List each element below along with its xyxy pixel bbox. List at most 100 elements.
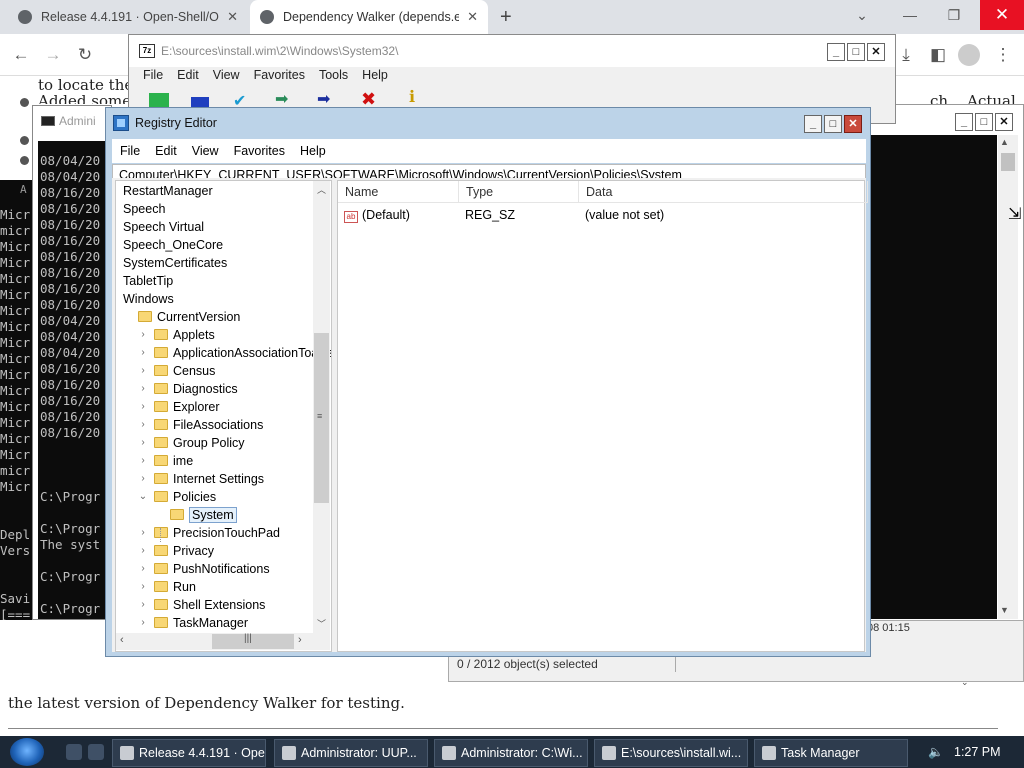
scroll-left-icon[interactable]: ‹ [120,634,124,646]
tree-item[interactable]: Census [154,362,215,380]
close-window-button[interactable]: ✕ [980,0,1024,30]
value-name-cell[interactable]: ab (Default) [344,205,410,225]
tree-item[interactable]: PushNotifications [154,560,270,578]
expand-chevron-icon[interactable]: › [138,347,148,358]
expand-chevron-icon[interactable]: › [138,563,148,574]
tree-item[interactable]: System [170,506,237,524]
scroll-thumb[interactable] [212,634,294,649]
move-icon[interactable]: ➡ [317,92,330,108]
maximize-button[interactable]: □ [847,43,865,61]
tree-vertical-scrollbar[interactable]: ︿ ≡ ﹀ [313,181,330,633]
taskbar-item-task-manager[interactable]: Task Manager [754,739,908,767]
expand-chevron-icon[interactable]: › [138,599,148,610]
console-window[interactable]: Admini 08/04/20 08/04/20 08/16/20 08/16/20 0… [32,105,112,620]
tree-item[interactable]: SystemCertificates [123,254,227,272]
scroll-up-icon[interactable]: ︿ [317,183,326,196]
tree-item[interactable]: Group Policy [154,434,245,452]
reload-icon[interactable]: ↻ [72,42,98,68]
tree-item[interactable]: ime [154,452,193,470]
scroll-down-icon[interactable]: ▼ [1000,605,1009,615]
menu-favorites[interactable]: Favorites [254,68,305,82]
scroll-down-icon[interactable]: ⌄ [961,677,969,688]
expand-chevron-icon[interactable]: › [138,545,148,556]
tree-item[interactable]: Diagnostics [154,380,238,398]
close-tab-icon[interactable]: ✕ [467,9,478,25]
tree-item[interactable]: Run [154,578,196,596]
expand-chevron-icon[interactable]: › [138,437,148,448]
tree-item[interactable]: Speech [123,200,165,218]
taskbar-item-console-uup[interactable]: Administrator: UUP... [274,739,428,767]
tree-item[interactable]: Shell Extensions [154,596,265,614]
menu-file[interactable]: File [120,144,140,158]
explorer-quicklaunch-icon[interactable] [88,744,104,760]
expand-chevron-icon[interactable]: › [138,365,148,376]
tree-item[interactable]: Policies [154,488,216,506]
menu-edit[interactable]: Edit [177,68,199,82]
close-tab-icon[interactable]: ✕ [227,9,238,25]
expand-chevron-icon[interactable]: › [138,581,148,592]
tree-item[interactable]: Windows [123,290,174,308]
tree-item[interactable]: Speech_OneCore [123,236,223,254]
menu-file[interactable]: File [143,68,163,82]
expand-chevron-icon[interactable]: › [138,329,148,340]
expand-chevron-icon[interactable]: › [138,383,148,394]
tab-search-icon[interactable]: ⌄ [848,4,876,26]
expand-chevron-icon[interactable]: › [138,473,148,484]
values-list[interactable]: Name Type Data ab (Default) REG_SZ (value… [337,180,868,652]
extract-icon[interactable] [191,97,209,107]
registry-editor-window[interactable]: Registry Editor _ □ ✕ File Edit View Fav… [105,107,871,657]
chrome-quicklaunch-icon[interactable] [66,744,82,760]
clock[interactable]: 1:27 PM [954,736,1001,768]
tree-item[interactable]: TabletTip [123,272,173,290]
start-button[interactable] [10,738,44,766]
expand-chevron-icon[interactable]: › [138,419,148,430]
menu-favorites[interactable]: Favorites [234,144,285,158]
tree-item[interactable]: PrecisionTouchPad [154,524,280,542]
scroll-down-icon[interactable]: ﹀ [317,617,326,630]
tree-item[interactable]: CurrentVersion [138,308,240,326]
tree-item[interactable]: TaskManager [154,614,248,632]
info-icon[interactable]: ℹ [409,90,415,106]
tree-horizontal-scrollbar[interactable]: ‹ ||| › [116,633,330,650]
tree-item[interactable]: FileAssociations [154,416,263,434]
menu-view[interactable]: View [192,144,219,158]
profile-avatar-icon[interactable] [958,44,980,66]
menu-edit[interactable]: Edit [155,144,177,158]
tree-item[interactable]: Privacy [154,542,214,560]
close-button[interactable]: ✕ [867,43,885,61]
taskbar-item-browser[interactable]: Release 4.4.191 · Ope... [112,739,266,767]
close-button[interactable]: ✕ [844,115,862,133]
tree-item[interactable]: RestartManager [123,182,213,200]
minimize-icon[interactable]: — [896,4,924,26]
expand-chevron-icon[interactable]: › [138,617,148,628]
back-icon[interactable]: ← [8,42,34,68]
download-icon[interactable]: ⤓ [893,42,919,68]
minimize-button[interactable]: _ [827,43,845,61]
maximize-button[interactable]: □ [824,115,842,133]
tree-item[interactable]: Internet Settings [154,470,264,488]
close-button[interactable]: ✕ [995,113,1013,131]
menu-help[interactable]: Help [362,68,388,82]
minimize-button[interactable]: _ [955,113,973,131]
more-menu-icon[interactable]: ⋮ [990,42,1016,68]
tab-dependency-walker[interactable]: Dependency Walker (depends.e ✕ [250,0,488,34]
key-tree[interactable]: RestartManager Speech Speech Virtual Speech… [115,180,332,652]
expand-chevron-icon[interactable]: › [138,527,148,538]
console-window[interactable]: _ □ ✕ ▲ ▼ [860,104,1024,624]
menu-tools[interactable]: Tools [319,68,348,82]
minimize-button[interactable]: _ [804,115,822,133]
scroll-right-icon[interactable]: › [298,634,302,646]
tab-open-shell-release[interactable]: Release 4.4.191 · Open-Shell/Op ✕ [8,0,248,34]
tree-item[interactable]: Explorer [154,398,220,416]
delete-icon[interactable]: ✖ [361,90,376,108]
collapse-chevron-icon[interactable]: ⌄ [138,491,148,502]
column-header-data[interactable]: Data [579,181,868,203]
speaker-icon[interactable]: 🔈 [928,736,944,768]
restore-icon[interactable]: ❐ [940,4,968,26]
expand-chevron-icon[interactable]: › [138,401,148,412]
menu-help[interactable]: Help [300,144,326,158]
copy-icon[interactable]: ➡ [275,92,288,108]
forward-icon[interactable]: → [40,42,66,68]
taskbar-item-console-windows[interactable]: Administrator: C:\Wi... [434,739,588,767]
maximize-button[interactable]: □ [975,113,993,131]
